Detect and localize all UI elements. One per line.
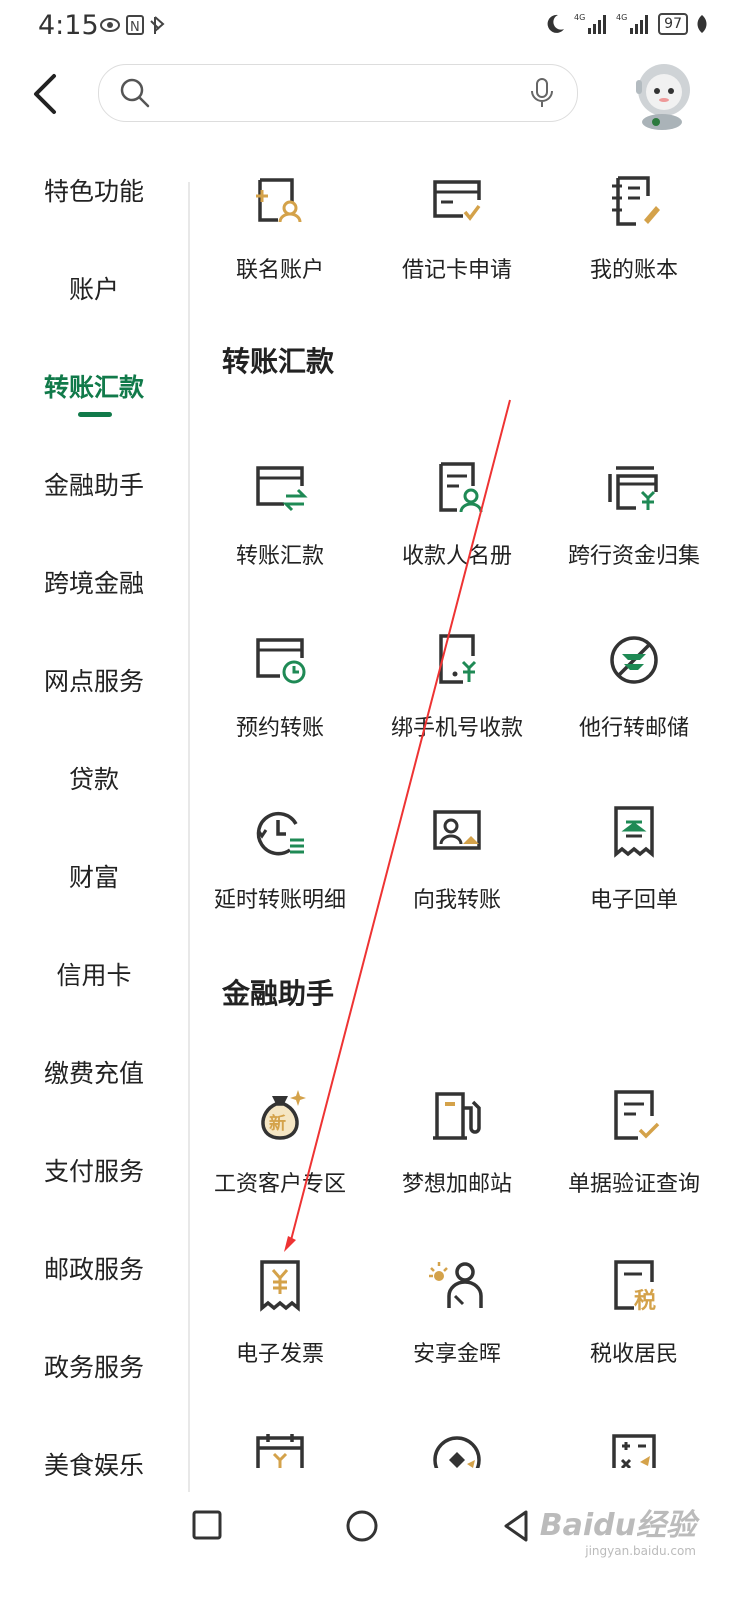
- back-nav-button[interactable]: [500, 1508, 532, 1544]
- annotation-arrow: [284, 399, 511, 1252]
- home-button[interactable]: [344, 1508, 380, 1544]
- watermark-url: jingyan.baidu.com: [585, 1544, 696, 1558]
- baidu-watermark: Baidu经验 jingyan.baidu.com: [540, 1500, 696, 1558]
- watermark-brand: Baidu经验: [539, 1508, 696, 1543]
- recent-apps-button[interactable]: [190, 1508, 224, 1542]
